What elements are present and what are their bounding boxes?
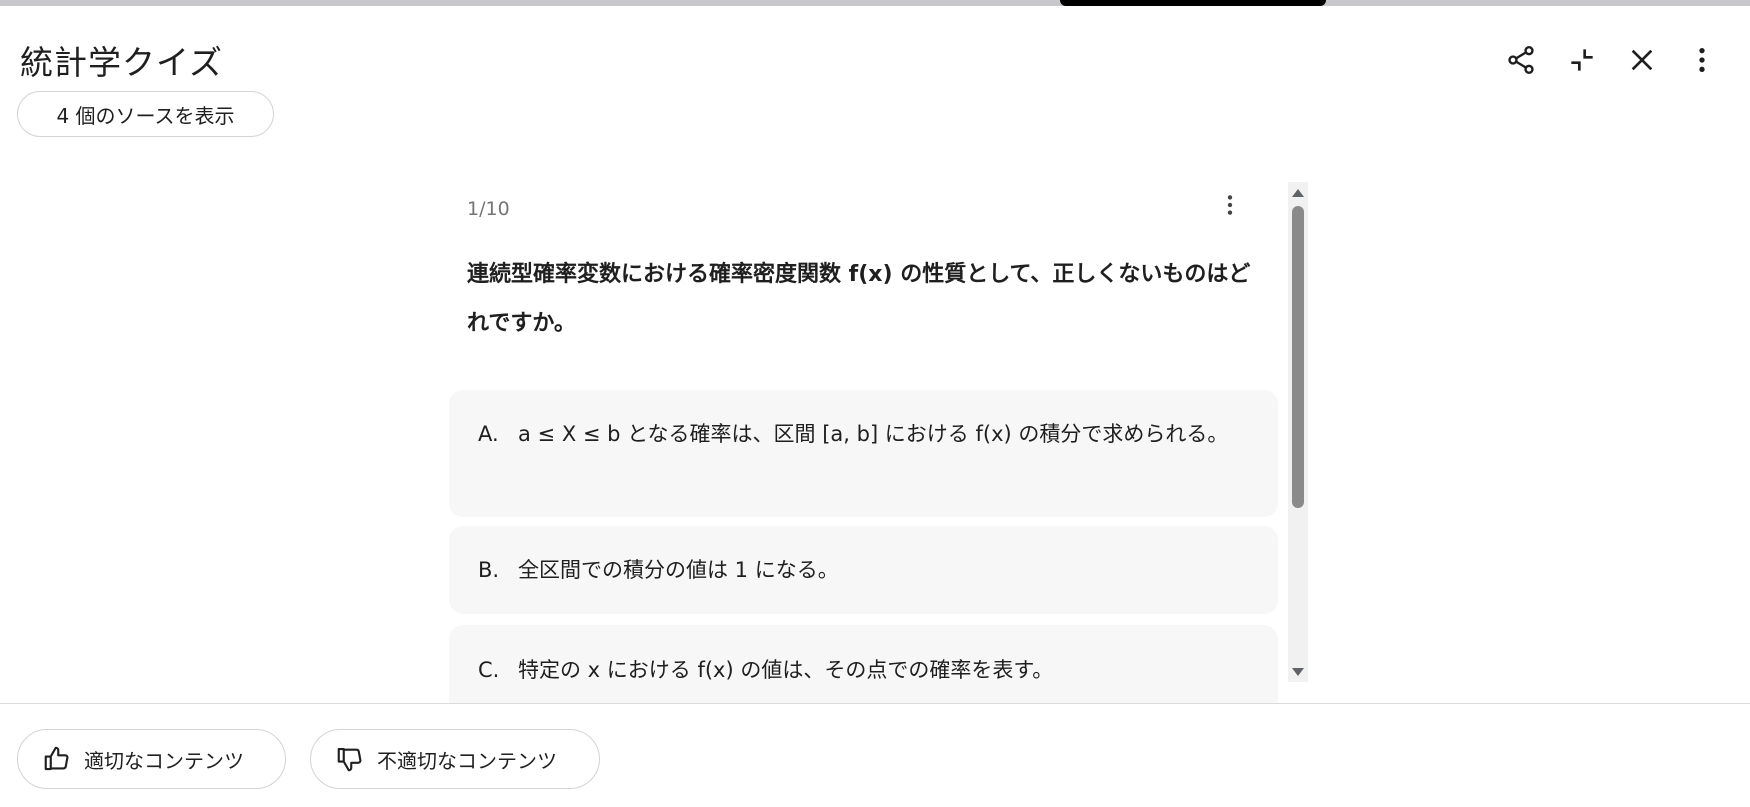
view-sources-button[interactable]: 4 個のソースを表示 (17, 91, 274, 137)
answer-option-b[interactable]: B. 全区間での積分の値は 1 になる。 (449, 526, 1278, 614)
option-letter: C. (478, 658, 500, 682)
option-text: a ≤ X ≤ b となる確率は、区間 [a, b] における f(x) の積分… (518, 422, 1229, 446)
question-menu-icon[interactable] (1215, 190, 1245, 220)
option-letter: B. (478, 558, 500, 582)
collapse-icon[interactable] (1562, 40, 1602, 80)
question-text: 連続型確率変数における確率密度関数 f(x) の性質として、正しくないものはどれ… (467, 262, 1251, 336)
scroll-up-arrow-icon[interactable] (1292, 189, 1304, 197)
close-icon[interactable] (1622, 40, 1662, 80)
answer-option-c[interactable]: C. 特定の x における f(x) の値は、その点での確率を表す。 (449, 625, 1278, 703)
bad-content-button[interactable]: 不適切なコンテンツ (310, 729, 600, 789)
thumbs-up-icon (44, 746, 69, 771)
good-content-label: 適切なコンテンツ (84, 748, 244, 773)
good-content-button[interactable]: 適切なコンテンツ (17, 729, 286, 789)
option-text: 特定の x における f(x) の値は、その点での確率を表す。 (518, 657, 1054, 682)
scrollbar-thumb[interactable] (1292, 206, 1304, 508)
bad-content-label: 不適切なコンテンツ (377, 748, 557, 773)
camera-notch (1060, 0, 1326, 6)
question-counter: 1/10 (467, 198, 510, 220)
option-text: 全区間での積分の値は 1 になる。 (518, 557, 839, 582)
page-title: 統計学クイズ (20, 43, 224, 82)
quiz-scroll-area[interactable]: 1/10 連続型確率変数における確率密度関数 f(x) の性質として、正しくない… (0, 180, 1750, 703)
option-letter: A. (478, 422, 499, 446)
thumbs-down-icon (337, 747, 362, 772)
window-top-edge (0, 0, 1750, 6)
more-vert-icon[interactable] (1682, 40, 1722, 80)
footer-divider (0, 703, 1750, 704)
share-icon[interactable] (1501, 40, 1541, 80)
scroll-down-arrow-icon[interactable] (1292, 668, 1304, 676)
answer-option-a[interactable]: A. a ≤ X ≤ b となる確率は、区間 [a, b] における f(x) … (449, 390, 1278, 517)
